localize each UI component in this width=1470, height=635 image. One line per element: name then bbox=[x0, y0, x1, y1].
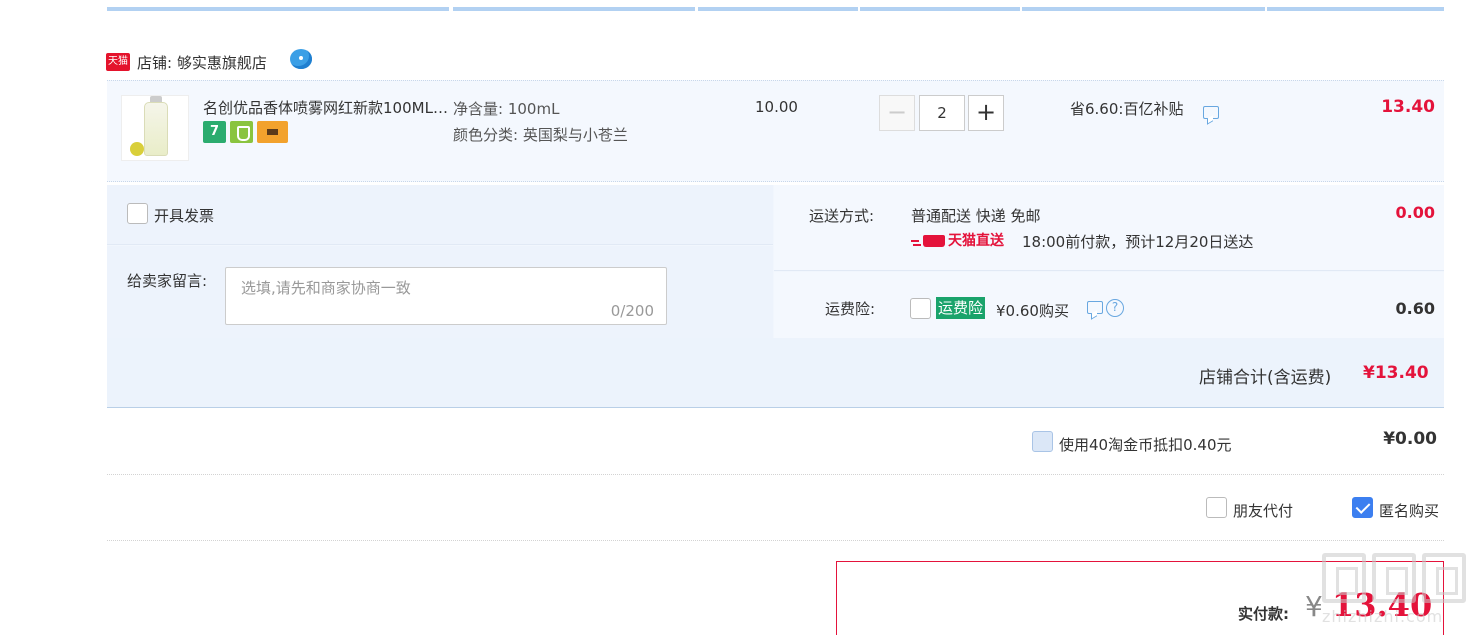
insurance-price: ¥0.60购买 bbox=[996, 302, 1069, 320]
quantity-input[interactable]: 2 bbox=[919, 95, 965, 131]
watermark-text: zhizhizhi.com bbox=[1322, 607, 1444, 626]
invoice-label[interactable]: 开具发票 bbox=[154, 205, 214, 226]
order-item-row bbox=[107, 80, 1444, 182]
insurance-tag: 运费险 bbox=[936, 297, 986, 319]
seller-message-input[interactable]: 选填,请先和商家协商一致 0/200 bbox=[225, 267, 667, 325]
tmall-direct-icon bbox=[911, 233, 945, 247]
watermark-glyph bbox=[1322, 553, 1366, 603]
delivery-label: 运送方式: bbox=[809, 207, 875, 225]
credit-card-icon bbox=[257, 121, 288, 143]
divider bbox=[107, 540, 1444, 541]
seven-day-return-icon: 7 bbox=[203, 121, 226, 143]
payment-label: 实付款: bbox=[1238, 605, 1289, 623]
delivery-section bbox=[774, 185, 1444, 271]
anonymous-checkbox[interactable] bbox=[1352, 497, 1373, 518]
insurance-comment-icon[interactable] bbox=[1087, 301, 1103, 314]
header-col-price bbox=[698, 0, 858, 11]
unit-price: 10.00 bbox=[755, 98, 798, 116]
delivery-eta: 18:00前付款，预计12月20日送达 bbox=[1022, 233, 1254, 251]
delivery-fee: 0.00 bbox=[1395, 203, 1435, 222]
table-header bbox=[107, 0, 1444, 11]
header-col-subtotal bbox=[1267, 0, 1444, 11]
message-placeholder: 选填,请先和商家协商一致 bbox=[241, 279, 411, 297]
guarantee-shield-icon bbox=[230, 121, 253, 143]
tmall-logo-icon: 天猫 bbox=[106, 53, 130, 71]
divider bbox=[107, 474, 1444, 475]
spec-volume: 净含量: 100mL bbox=[453, 100, 560, 118]
payment-currency: ¥ bbox=[1305, 590, 1323, 623]
watermark-glyph bbox=[1372, 553, 1416, 603]
product-title[interactable]: 名创优品香体喷雾网红新款100ML持久淡香水女男士学生清新自然 bbox=[203, 97, 448, 118]
coins-label[interactable]: 使用40淘金币抵扣0.40元 bbox=[1059, 434, 1232, 455]
wangwang-chat-icon[interactable] bbox=[290, 49, 312, 69]
header-col-product bbox=[107, 0, 449, 11]
friend-pay-label[interactable]: 朋友代付 bbox=[1233, 500, 1293, 521]
bottle-shape bbox=[144, 102, 168, 156]
help-icon[interactable]: ? bbox=[1106, 299, 1124, 317]
insurance-fee: 0.60 bbox=[1395, 299, 1435, 318]
tmall-direct-label: 天猫直送 bbox=[948, 233, 1004, 249]
shop-total-label: 店铺合计(含运费) bbox=[1199, 368, 1332, 388]
qty-increase-button[interactable]: + bbox=[968, 95, 1004, 131]
shop-total-amount: ¥13.40 bbox=[1363, 363, 1429, 383]
anonymous-label[interactable]: 匿名购买 bbox=[1379, 500, 1439, 521]
coins-amount: ¥0.00 bbox=[1383, 429, 1437, 449]
message-label: 给卖家留言: bbox=[127, 272, 208, 290]
product-image[interactable] bbox=[121, 95, 189, 161]
header-col-spec bbox=[453, 0, 695, 11]
watermark-glyph bbox=[1422, 553, 1466, 603]
header-col-discount bbox=[1022, 0, 1265, 11]
message-char-counter: 0/200 bbox=[610, 302, 654, 320]
insurance-label: 运费险: bbox=[825, 300, 876, 318]
spec-color: 颜色分类: 英国梨与小苍兰 bbox=[453, 126, 628, 144]
discount-text: 省6.60:百亿补贴 bbox=[1070, 100, 1184, 118]
lemon-shape bbox=[130, 142, 144, 156]
header-col-qty bbox=[860, 0, 1020, 11]
shop-name[interactable]: 店铺: 够实惠旗舰店 bbox=[137, 52, 267, 73]
insurance-checkbox[interactable] bbox=[910, 298, 931, 319]
invoice-checkbox[interactable] bbox=[127, 203, 148, 224]
delivery-method: 普通配送 快递 免邮 bbox=[911, 207, 1041, 225]
qty-decrease-button[interactable]: − bbox=[879, 95, 915, 131]
item-subtotal: 13.40 bbox=[1381, 97, 1435, 117]
site-watermark: zhizhizhi.com bbox=[1322, 553, 1470, 635]
coins-checkbox[interactable] bbox=[1032, 431, 1053, 452]
comment-icon[interactable] bbox=[1203, 106, 1219, 119]
friend-pay-checkbox[interactable] bbox=[1206, 497, 1227, 518]
